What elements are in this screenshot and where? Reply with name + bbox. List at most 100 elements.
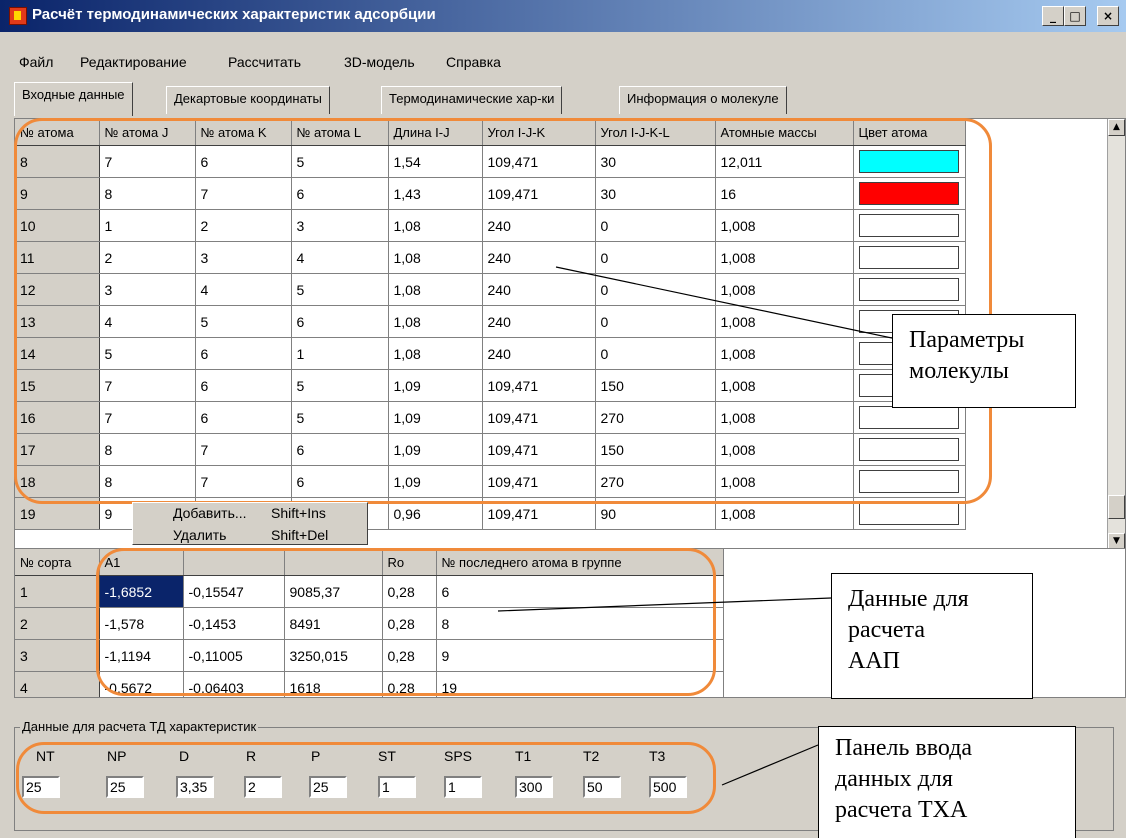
- atoms-cell[interactable]: 109,471: [482, 145, 596, 178]
- atoms-cell[interactable]: 1,008: [715, 241, 854, 274]
- atoms-cell[interactable]: 1,09: [388, 369, 483, 402]
- atom-number-cell[interactable]: 11: [15, 241, 100, 274]
- col-header-ro[interactable]: Ro: [382, 549, 437, 576]
- atoms-table-row[interactable]: 18 8 7 6 1,09 109,471 270 1,008: [15, 465, 966, 498]
- col-header-a1[interactable]: A1: [99, 549, 184, 576]
- atoms-cell[interactable]: 1,008: [715, 497, 854, 530]
- atom-color-swatch[interactable]: [858, 438, 959, 461]
- col-header-a2[interactable]: [183, 549, 285, 576]
- atoms-cell[interactable]: 1,08: [388, 209, 483, 242]
- sorts-cell[interactable]: 0,28: [382, 671, 437, 697]
- sorts-cell[interactable]: -0,5672: [99, 671, 184, 697]
- sorts-cell[interactable]: 19: [436, 671, 724, 697]
- atoms-cell[interactable]: 1: [99, 209, 196, 242]
- atoms-cell[interactable]: 4: [99, 305, 196, 338]
- minimize-button[interactable]: _: [1042, 6, 1064, 26]
- atoms-cell[interactable]: 150: [595, 433, 716, 466]
- atoms-cell[interactable]: 8: [99, 465, 196, 498]
- col-header-atom-k[interactable]: № атома K: [195, 119, 292, 146]
- atoms-cell[interactable]: 1,08: [388, 305, 483, 338]
- atoms-cell[interactable]: 1,43: [388, 177, 483, 210]
- atom-number-cell[interactable]: 14: [15, 337, 100, 370]
- atoms-cell[interactable]: 6: [291, 305, 389, 338]
- sort-number-cell[interactable]: 1: [15, 575, 100, 608]
- atoms-cell[interactable]: 5: [195, 305, 292, 338]
- atoms-cell[interactable]: 0,96: [388, 497, 483, 530]
- atoms-cell[interactable]: 0: [595, 241, 716, 274]
- input-st[interactable]: 1: [378, 776, 416, 798]
- atoms-cell[interactable]: 1: [291, 337, 389, 370]
- sorts-cell[interactable]: -0,06403: [183, 671, 285, 697]
- atoms-cell[interactable]: 109,471: [482, 401, 596, 434]
- close-button[interactable]: ×: [1097, 6, 1119, 26]
- atom-color-swatch[interactable]: [858, 470, 959, 493]
- atoms-cell[interactable]: 0: [595, 337, 716, 370]
- col-header-angle[interactable]: Угол I-J-K: [482, 119, 596, 146]
- atom-color-swatch[interactable]: [858, 406, 959, 429]
- sorts-table-row[interactable]: 2 -1,578 -0,1453 8491 0,28 8: [15, 607, 724, 640]
- atoms-cell[interactable]: 90: [595, 497, 716, 530]
- atoms-cell[interactable]: 3: [99, 273, 196, 306]
- sorts-cell[interactable]: -0,11005: [183, 639, 285, 672]
- sorts-cell[interactable]: 8491: [284, 607, 383, 640]
- atoms-cell[interactable]: 0: [595, 305, 716, 338]
- atoms-cell[interactable]: 1,008: [715, 209, 854, 242]
- atoms-table-row[interactable]: 17 8 7 6 1,09 109,471 150 1,008: [15, 433, 966, 466]
- atoms-cell[interactable]: 30: [595, 177, 716, 210]
- atom-number-cell[interactable]: 8: [15, 145, 100, 178]
- atoms-cell[interactable]: 4: [195, 273, 292, 306]
- atoms-cell[interactable]: 1,08: [388, 337, 483, 370]
- input-sps[interactable]: 1: [444, 776, 482, 798]
- sorts-cell[interactable]: 1618: [284, 671, 383, 697]
- atoms-cell[interactable]: 7: [195, 465, 292, 498]
- atom-color-swatch[interactable]: [858, 182, 959, 205]
- atoms-cell[interactable]: 1,008: [715, 337, 854, 370]
- atoms-cell[interactable]: 8: [99, 433, 196, 466]
- atom-number-cell[interactable]: 17: [15, 433, 100, 466]
- atoms-cell[interactable]: 7: [99, 145, 196, 178]
- atom-color-cell[interactable]: [853, 497, 966, 530]
- sorts-table-row[interactable]: 1 -1,6852 -0,15547 9085,37 0,28 6: [15, 575, 724, 608]
- atom-color-swatch[interactable]: [858, 502, 959, 525]
- atoms-cell[interactable]: 150: [595, 369, 716, 402]
- col-header-sort[interactable]: № сорта: [15, 549, 100, 576]
- input-t2[interactable]: 50: [583, 776, 621, 798]
- sorts-table-row[interactable]: 4 -0,5672 -0,06403 1618 0,28 19: [15, 671, 724, 697]
- atoms-cell[interactable]: 2: [99, 241, 196, 274]
- sorts-cell[interactable]: 0,28: [382, 575, 437, 608]
- atoms-cell[interactable]: 6: [291, 177, 389, 210]
- sort-number-cell[interactable]: 3: [15, 639, 100, 672]
- atoms-cell[interactable]: 240: [482, 241, 596, 274]
- atoms-cell[interactable]: 109,471: [482, 497, 596, 530]
- atom-color-cell[interactable]: [853, 273, 966, 306]
- atom-color-swatch[interactable]: [858, 150, 959, 173]
- atoms-cell[interactable]: 4: [291, 241, 389, 274]
- sorts-cell[interactable]: 9085,37: [284, 575, 383, 608]
- atoms-cell[interactable]: 0: [595, 209, 716, 242]
- menu-calculate[interactable]: Рассчитать: [228, 54, 301, 70]
- sorts-cell[interactable]: 3250,015: [284, 639, 383, 672]
- col-header-atom-j[interactable]: № атома J: [99, 119, 196, 146]
- atoms-cell[interactable]: 7: [195, 177, 292, 210]
- atoms-cell[interactable]: 5: [291, 401, 389, 434]
- atoms-table-row[interactable]: 9 8 7 6 1,43 109,471 30 16: [15, 177, 966, 210]
- atoms-cell[interactable]: 240: [482, 305, 596, 338]
- atom-color-swatch[interactable]: [858, 278, 959, 301]
- sorts-cell[interactable]: 0,28: [382, 639, 437, 672]
- atoms-cell[interactable]: 109,471: [482, 433, 596, 466]
- menu-3d-model[interactable]: 3D-модель: [344, 54, 415, 70]
- atoms-cell[interactable]: 1,09: [388, 401, 483, 434]
- sorts-cell[interactable]: -1,578: [99, 607, 184, 640]
- atoms-cell[interactable]: 5: [291, 273, 389, 306]
- sorts-table-row[interactable]: 3 -1,1194 -0,11005 3250,015 0,28 9: [15, 639, 724, 672]
- sorts-cell[interactable]: 6: [436, 575, 724, 608]
- atoms-cell[interactable]: 1,08: [388, 241, 483, 274]
- sort-number-cell[interactable]: 2: [15, 607, 100, 640]
- atoms-cell[interactable]: 1,008: [715, 401, 854, 434]
- input-t1[interactable]: 300: [515, 776, 553, 798]
- atom-number-cell[interactable]: 9: [15, 177, 100, 210]
- input-p[interactable]: 25: [309, 776, 347, 798]
- atoms-cell[interactable]: 16: [715, 177, 854, 210]
- scroll-up-icon[interactable]: ▲: [1108, 119, 1125, 136]
- atoms-cell[interactable]: 1,09: [388, 465, 483, 498]
